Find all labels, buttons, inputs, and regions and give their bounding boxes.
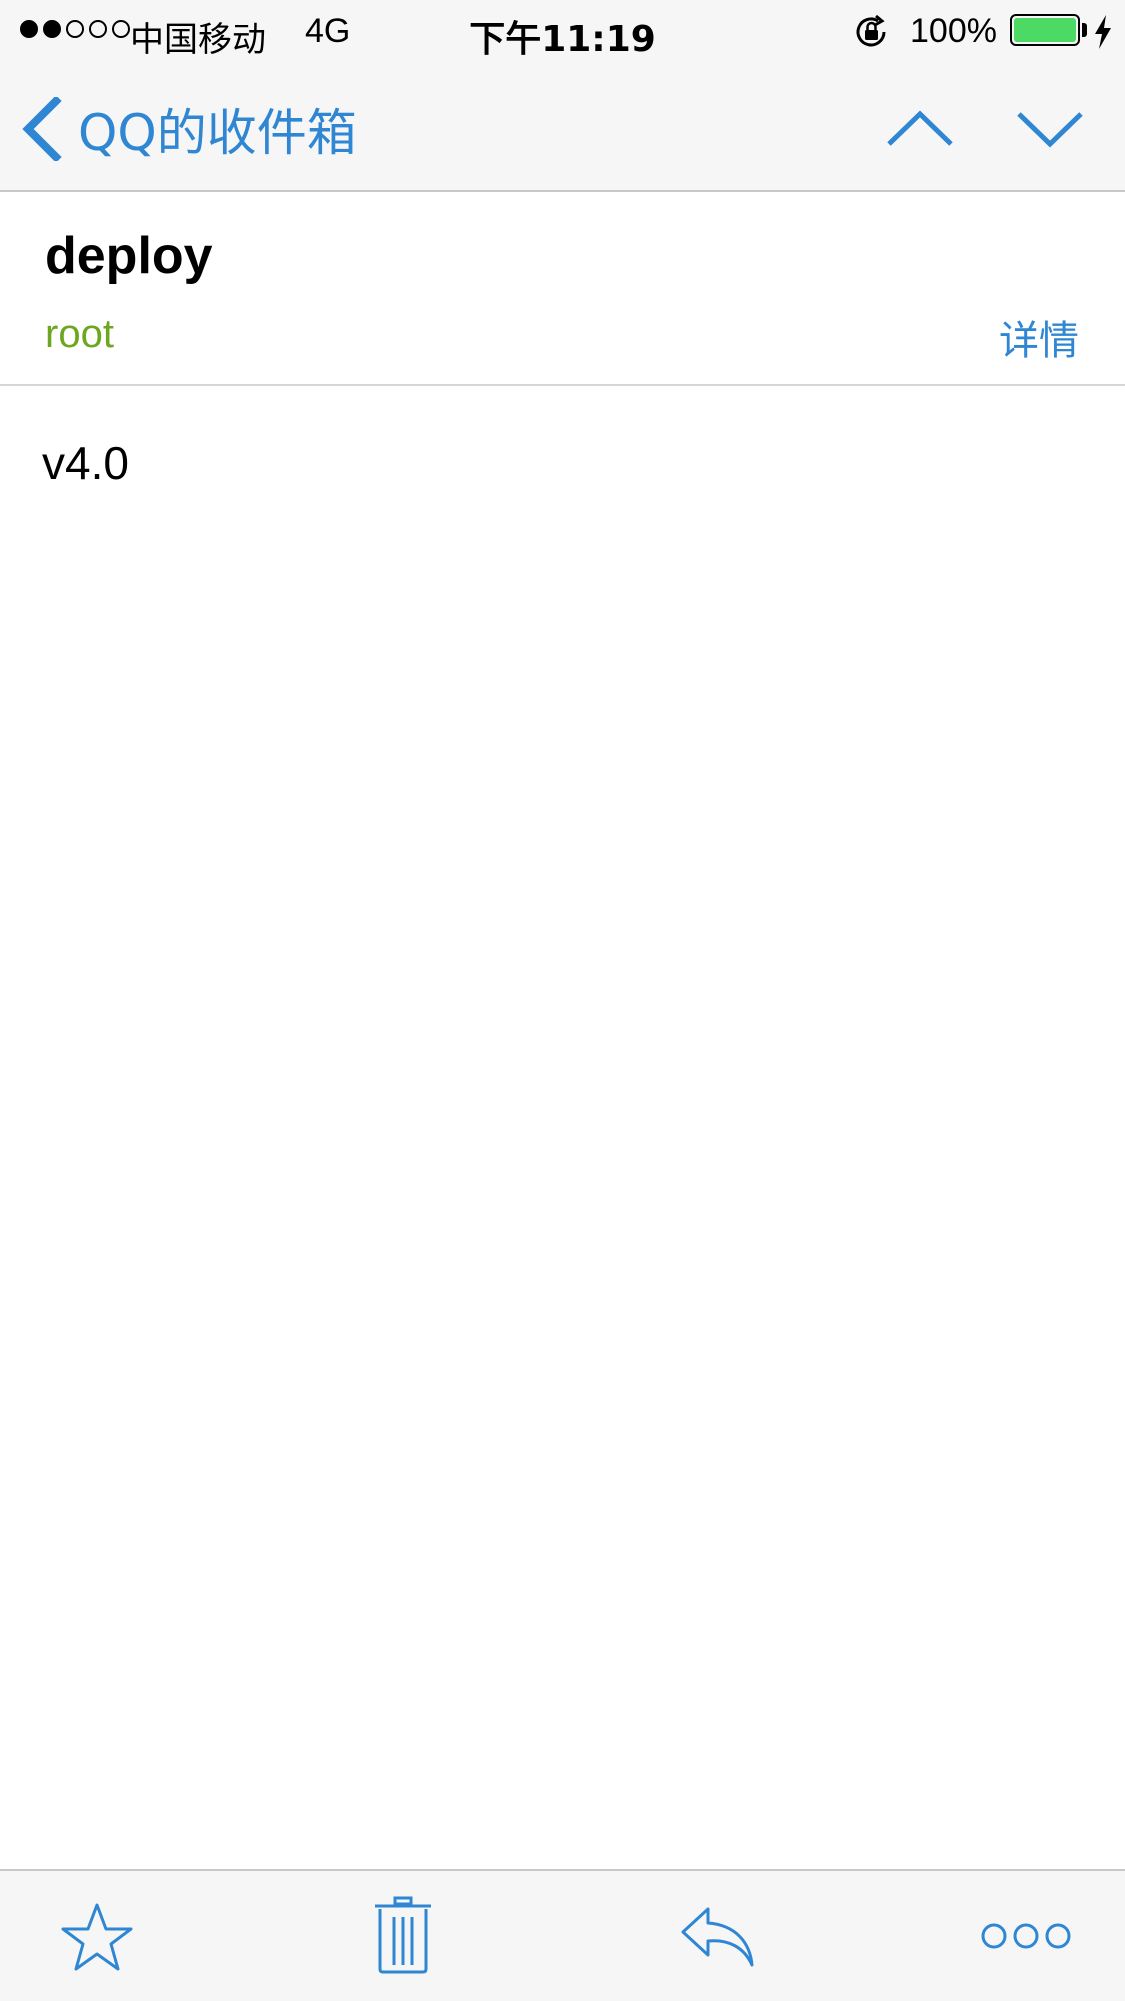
delete-button[interactable] (372, 1895, 434, 1975)
back-button[interactable]: QQ的收件箱 (20, 94, 357, 164)
reply-button[interactable] (680, 1905, 756, 1969)
mail-body: v4.0 (0, 386, 1125, 1869)
mail-body-text: v4.0 (42, 437, 129, 489)
navigation-bar: QQ的收件箱 (0, 64, 1125, 192)
previous-mail-chevron-up-icon[interactable] (885, 104, 955, 154)
trash-icon (375, 1896, 431, 1974)
star-button[interactable] (60, 1901, 134, 1975)
more-button[interactable] (980, 1921, 1072, 1951)
battery-icon (1010, 14, 1080, 46)
more-icon (981, 1923, 1071, 1949)
back-label: QQ的收件箱 (78, 104, 357, 162)
mail-subject: deploy (45, 227, 213, 285)
bottom-toolbar (0, 1869, 1125, 2001)
battery-tip (1082, 23, 1087, 37)
details-button[interactable]: 详情 (999, 308, 1079, 366)
orientation-lock-icon (856, 14, 886, 47)
battery-level (1014, 18, 1076, 42)
battery-percentage: 100% (910, 12, 997, 50)
mail-sender[interactable]: root (45, 312, 114, 357)
status-bar: 中国移动 4G 下午11:19 100% (0, 0, 1125, 64)
reply-icon (681, 1907, 754, 1967)
charging-bolt-icon (1095, 15, 1111, 49)
next-mail-chevron-down-icon[interactable] (1015, 104, 1085, 154)
star-icon (61, 1903, 133, 1971)
mail-header: deploy root 详情 (0, 192, 1125, 386)
mail-detail-screen: 中国移动 4G 下午11:19 100% QQ的收件箱 deploy root … (0, 0, 1125, 2001)
chevron-left-icon (22, 97, 62, 161)
